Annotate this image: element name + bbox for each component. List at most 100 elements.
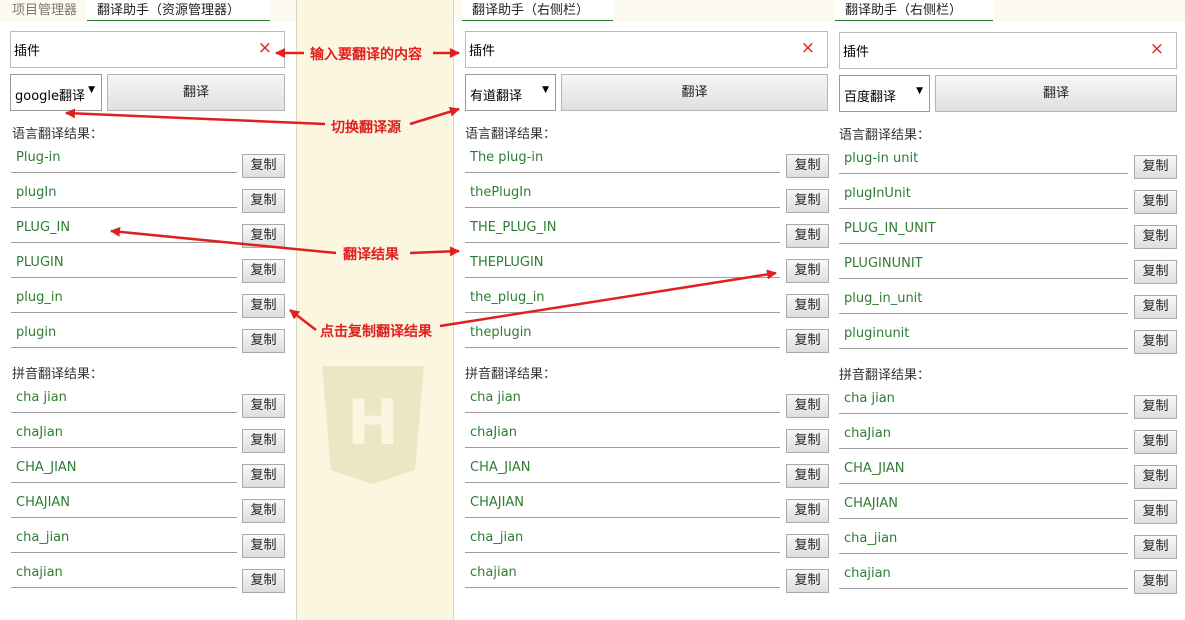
language-result-row: plugin 复制 (11, 322, 285, 353)
clear-icon[interactable]: × (801, 38, 815, 58)
annotation-click-copy: 点击复制翻译结果 (320, 324, 432, 340)
result-text: plugIn (11, 182, 237, 208)
copy-button[interactable]: 复制 (242, 224, 285, 248)
result-text: cha_jian (465, 527, 780, 553)
tab-translator-explorer[interactable]: 翻译助手（资源管理器） (87, 0, 270, 21)
result-text: THE_PLUG_IN (465, 217, 780, 243)
copy-button[interactable]: 复制 (1134, 260, 1177, 284)
copy-button[interactable]: 复制 (1134, 570, 1177, 594)
copy-button[interactable]: 复制 (786, 394, 829, 418)
language-results-label: 语言翻译结果： (839, 128, 931, 143)
pinyin-result-row: CHAJIAN 复制 (11, 492, 285, 523)
copy-button[interactable]: 复制 (242, 329, 285, 353)
translate-button[interactable]: 翻译 (561, 74, 828, 111)
html5-h-icon: H (322, 366, 424, 484)
copy-button[interactable]: 复制 (242, 394, 285, 418)
result-text: PLUGINUNIT (839, 253, 1128, 279)
copy-button[interactable]: 复制 (786, 259, 829, 283)
copy-button[interactable]: 复制 (786, 224, 829, 248)
annotation-input: 输入要翻译的内容 (310, 47, 422, 63)
language-result-row: Plug-in 复制 (11, 147, 285, 178)
translate-button[interactable]: 翻译 (935, 75, 1177, 112)
copy-button[interactable]: 复制 (1134, 225, 1177, 249)
copy-button[interactable]: 复制 (1134, 465, 1177, 489)
copy-button[interactable]: 复制 (1134, 430, 1177, 454)
copy-button[interactable]: 复制 (786, 429, 829, 453)
result-text: CHA_JIAN (839, 458, 1128, 484)
language-result-row: plugInUnit 复制 (839, 183, 1177, 214)
translate-input[interactable]: 插件 × (839, 32, 1177, 69)
result-text: theplugin (465, 322, 780, 348)
copy-button[interactable]: 复制 (786, 154, 829, 178)
result-text: chajian (839, 563, 1128, 589)
copy-button[interactable]: 复制 (1134, 500, 1177, 524)
language-result-row: THEPLUGIN 复制 (465, 252, 829, 283)
result-text: chaJian (11, 422, 237, 448)
result-text: cha_jian (839, 528, 1128, 554)
copy-button[interactable]: 复制 (786, 294, 829, 318)
language-result-row: PLUGINUNIT 复制 (839, 253, 1177, 284)
copy-button[interactable]: 复制 (1134, 330, 1177, 354)
result-text: THEPLUGIN (465, 252, 780, 278)
language-result-row: PLUG_IN 复制 (11, 217, 285, 248)
result-text: CHAJIAN (465, 492, 780, 518)
language-result-row: plug-in unit 复制 (839, 148, 1177, 179)
engine-select[interactable]: 百度翻译 ▼ (839, 75, 930, 112)
tab-bar: 翻译助手（右侧栏） (835, 0, 1185, 22)
result-text: PLUG_IN_UNIT (839, 218, 1128, 244)
copy-button[interactable]: 复制 (242, 429, 285, 453)
tab-project-manager[interactable]: 项目管理器 (2, 0, 87, 21)
language-result-row: plug_in 复制 (11, 287, 285, 318)
result-text: chaJian (839, 423, 1128, 449)
copy-button[interactable]: 复制 (786, 534, 829, 558)
copy-button[interactable]: 复制 (786, 499, 829, 523)
copy-button[interactable]: 复制 (242, 534, 285, 558)
pinyin-results-label: 拼音翻译结果： (465, 367, 557, 382)
copy-button[interactable]: 复制 (242, 464, 285, 488)
result-text: chajian (465, 562, 780, 588)
translate-input[interactable]: 插件 × (465, 31, 828, 68)
result-text: CHA_JIAN (11, 457, 237, 483)
copy-button[interactable]: 复制 (242, 499, 285, 523)
pinyin-result-row: chajian 复制 (11, 562, 285, 593)
result-text: Plug-in (11, 147, 237, 173)
language-result-row: plug_in_unit 复制 (839, 288, 1177, 319)
tab-bar: 翻译助手（右侧栏） (455, 0, 835, 22)
pinyin-result-row: chaJian 复制 (11, 422, 285, 453)
engine-select[interactable]: 有道翻译 ▼ (465, 74, 556, 111)
copy-button[interactable]: 复制 (786, 569, 829, 593)
language-results-label: 语言翻译结果： (12, 127, 104, 142)
clear-icon[interactable]: × (258, 38, 272, 58)
copy-button[interactable]: 复制 (1134, 395, 1177, 419)
pinyin-result-row: cha_jian 复制 (839, 528, 1177, 559)
copy-button[interactable]: 复制 (242, 569, 285, 593)
pinyin-results-label: 拼音翻译结果： (839, 368, 931, 383)
language-result-row: The plug-in 复制 (465, 147, 829, 178)
copy-button[interactable]: 复制 (1134, 190, 1177, 214)
pinyin-result-row: CHA_JIAN 复制 (839, 458, 1177, 489)
clear-icon[interactable]: × (1150, 39, 1164, 59)
copy-button[interactable]: 复制 (786, 329, 829, 353)
copy-button[interactable]: 复制 (242, 154, 285, 178)
input-value: 插件 (14, 44, 41, 59)
translate-button[interactable]: 翻译 (107, 74, 285, 111)
copy-button[interactable]: 复制 (242, 294, 285, 318)
result-text: cha jian (839, 388, 1128, 414)
copy-button[interactable]: 复制 (786, 464, 829, 488)
copy-button[interactable]: 复制 (786, 189, 829, 213)
copy-button[interactable]: 复制 (1134, 155, 1177, 179)
tab-translator-sidebar[interactable]: 翻译助手（右侧栏） (835, 0, 993, 21)
translator-panel-explorer: 项目管理器 翻译助手（资源管理器） 插件 × google翻译 ▼ 翻译 语言翻… (0, 0, 296, 620)
copy-button[interactable]: 复制 (1134, 535, 1177, 559)
copy-button[interactable]: 复制 (242, 189, 285, 213)
copy-button[interactable]: 复制 (1134, 295, 1177, 319)
tab-translator-sidebar[interactable]: 翻译助手（右侧栏） (462, 0, 613, 21)
editor-area (296, 0, 454, 620)
result-text: chajian (11, 562, 237, 588)
pinyin-result-row: CHA_JIAN 复制 (465, 457, 829, 488)
copy-button[interactable]: 复制 (242, 259, 285, 283)
result-text: CHAJIAN (839, 493, 1128, 519)
engine-select[interactable]: google翻译 ▼ (10, 74, 102, 111)
language-result-row: THE_PLUG_IN 复制 (465, 217, 829, 248)
translate-input[interactable]: 插件 × (10, 31, 285, 68)
